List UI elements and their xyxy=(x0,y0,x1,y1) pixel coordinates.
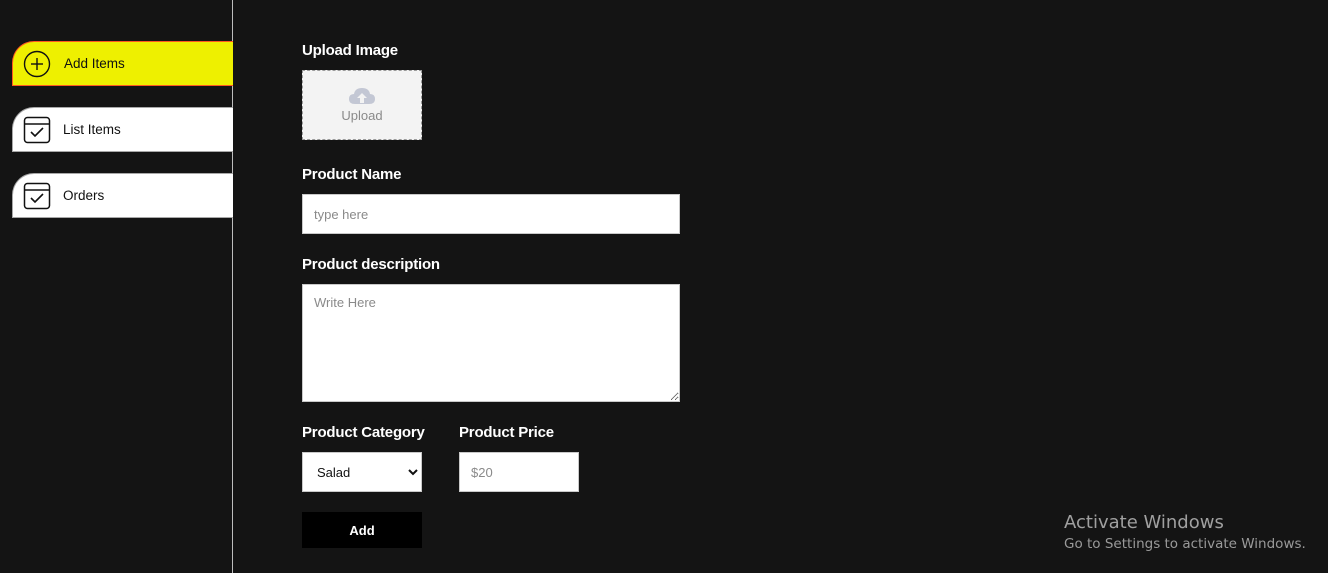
product-price-label: Product Price xyxy=(459,424,554,441)
product-name-label: Product Name xyxy=(302,166,402,183)
activate-windows-watermark: Activate Windows Go to Settings to activ… xyxy=(1064,512,1306,552)
add-button[interactable]: Add xyxy=(302,512,422,548)
sidebar-item-list-items[interactable]: List Items xyxy=(12,107,233,152)
add-circle-icon xyxy=(23,50,51,78)
product-name-input[interactable] xyxy=(302,194,680,234)
watermark-subtitle: Go to Settings to activate Windows. xyxy=(1064,536,1306,552)
product-description-label: Product description xyxy=(302,256,440,273)
upload-text: Upload xyxy=(341,108,383,123)
sidebar-item-label: Orders xyxy=(63,188,105,203)
cloud-upload-icon xyxy=(348,87,376,110)
calendar-check-icon xyxy=(23,116,51,144)
sidebar-item-orders[interactable]: Orders xyxy=(12,173,233,218)
sidebar-item-add-items[interactable]: Add Items xyxy=(12,41,233,86)
upload-image-label: Upload Image xyxy=(302,42,398,59)
sidebar-item-label: Add Items xyxy=(64,56,125,71)
upload-image-dropzone[interactable]: Upload xyxy=(302,70,422,140)
product-category-select[interactable]: Salad xyxy=(302,452,422,492)
sidebar: Add Items List Items Orders xyxy=(0,0,233,573)
calendar-check-icon xyxy=(23,182,51,210)
watermark-title: Activate Windows xyxy=(1064,512,1224,533)
sidebar-item-label: List Items xyxy=(63,122,121,137)
product-category-label: Product Category xyxy=(302,424,425,441)
product-price-input[interactable] xyxy=(459,452,579,492)
product-description-textarea[interactable] xyxy=(302,284,680,402)
